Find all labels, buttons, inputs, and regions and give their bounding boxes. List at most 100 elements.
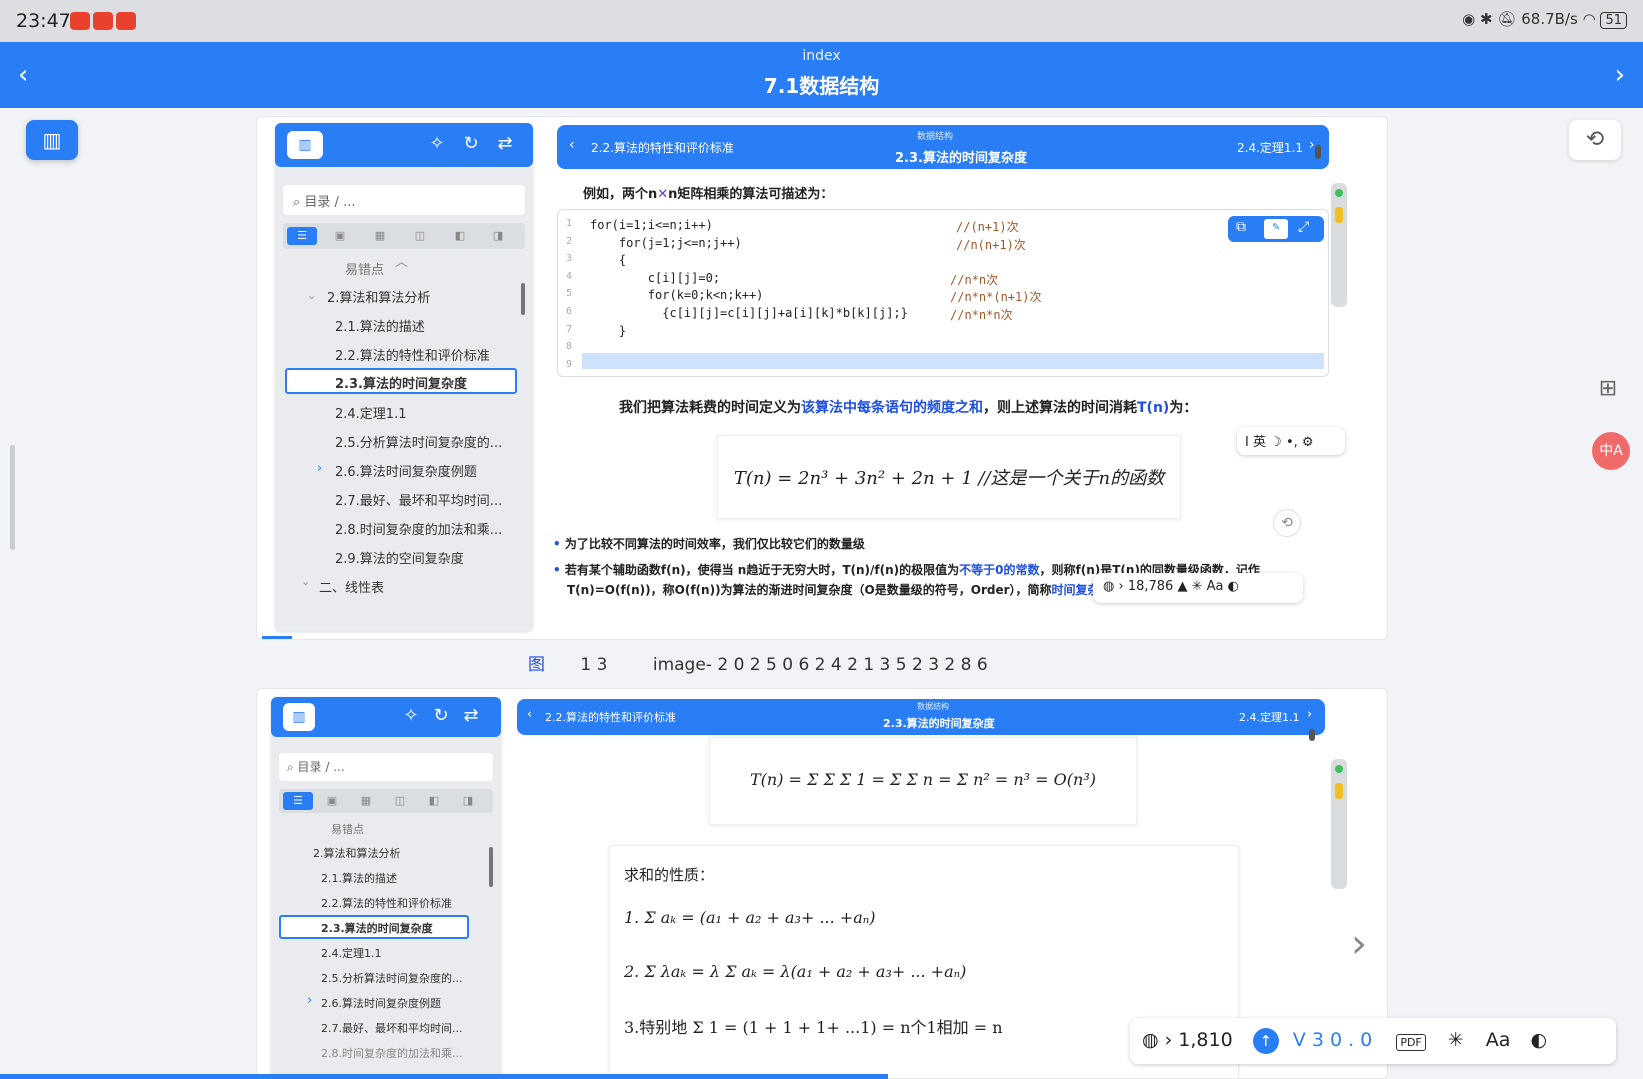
code-line: for(k=0;k<n;k++) (590, 288, 764, 303)
chevron-right-icon[interactable]: › (317, 461, 322, 476)
grid-add-icon[interactable]: ⊞ (1588, 376, 1628, 406)
toc-search[interactable]: ⌕ 目录 / ... (279, 753, 493, 781)
network-icon[interactable]: ✳ (1192, 579, 1203, 594)
media-tab-icon[interactable]: ◧ (445, 227, 475, 245)
upload-icon[interactable]: ↑ (1252, 1028, 1279, 1054)
toc-item[interactable]: 2.7.最好、最坏和平均时间... (321, 1020, 462, 1036)
toc-item[interactable]: 2.1.算法的描述 (321, 870, 397, 886)
list-tab-icon[interactable]: ☰ (283, 792, 313, 810)
prev-section-link[interactable]: 2.2.算法的特性和评价标准 (591, 139, 734, 156)
refresh-icon[interactable]: ↻ (459, 133, 483, 157)
toc-item-selected[interactable]: 2.3.算法的时间复杂度 (285, 368, 517, 394)
content-scrollbar[interactable] (1315, 145, 1321, 159)
reading-progress-bar (0, 1074, 888, 1079)
code-block[interactable]: ⧉ ✎ ⤢ 1 for(i=1;i<=n;i++) //(n+1)次 2 for(j=… (557, 209, 1329, 377)
toc-item[interactable]: 2.5.分析算法时间复杂度的... (321, 970, 462, 986)
toc-item[interactable]: 2.5.分析算法时间复杂度的... (335, 432, 502, 451)
table-tab-icon[interactable]: ▦ (351, 792, 381, 810)
code-tab-icon[interactable]: ◫ (385, 792, 415, 810)
pdf-icon[interactable]: PDF (1396, 1034, 1426, 1051)
toc-item[interactable]: 2.2.算法的特性和评价标准 (321, 895, 452, 911)
chevron-down-icon[interactable]: ⌄ (307, 289, 316, 302)
toc-item[interactable]: 二、线性表 (319, 577, 384, 596)
next-section-link[interactable]: 2.4.定理1.1 (1239, 709, 1299, 725)
sort-icon[interactable]: ⇄ (493, 133, 517, 157)
toc-item[interactable]: 2.8.时间复杂度的加法和乘... (335, 519, 502, 538)
sort-icon[interactable]: ⇄ (459, 705, 483, 729)
history-small-icon[interactable]: ⟲ (1273, 509, 1301, 537)
fullscreen-icon[interactable]: ⤢ (1298, 219, 1309, 235)
toc-scrollbar[interactable] (489, 847, 493, 887)
toc-item[interactable]: 2.4.定理1.1 (321, 945, 381, 961)
content-scrollbar[interactable] (1309, 729, 1315, 741)
list-tab-icon[interactable]: ☰ (287, 227, 317, 245)
next-chevron-icon[interactable]: › (1309, 137, 1315, 153)
settings-icon[interactable]: ⚙ (1302, 435, 1314, 450)
media-tab-icon[interactable]: ◧ (419, 792, 449, 810)
chevron-up-icon[interactable]: ︿ (395, 251, 408, 270)
image-tab-icon[interactable]: ▣ (325, 227, 355, 245)
other-tab-icon[interactable]: ◨ (453, 792, 483, 810)
chevron-down-icon[interactable]: ⌄ (301, 575, 310, 588)
edit-icon[interactable]: ✎ (1264, 219, 1288, 239)
toc-item[interactable]: 2.1.算法的描述 (335, 316, 425, 335)
forward-button[interactable]: › (1615, 60, 1625, 90)
toc-scrollbar[interactable] (521, 283, 525, 315)
font-size-icon[interactable]: Aa (1207, 579, 1224, 594)
font-size-icon[interactable]: Aa (1486, 1029, 1511, 1051)
next-section-link[interactable]: 2.4.定理1.1 (1237, 139, 1303, 156)
moon-icon[interactable]: ☽ (1270, 435, 1282, 450)
notification-icon (93, 12, 113, 30)
toc-item[interactable]: 2.算法和算法分析 (313, 845, 401, 861)
toc-item[interactable]: 易错点 (331, 821, 364, 837)
table-tab-icon[interactable]: ▦ (365, 227, 395, 245)
scroll-handle[interactable] (10, 445, 15, 550)
contrast-icon[interactable]: ◐ (1228, 579, 1239, 594)
next-chevron-icon[interactable]: › (1307, 707, 1312, 722)
prev-chevron-icon[interactable]: ‹ (527, 707, 532, 722)
contrast-icon[interactable]: ◐ (1530, 1029, 1547, 1051)
map-icon[interactable]: ▥ (26, 120, 78, 160)
definition-text: 我们把算法耗费的时间定义为该算法中每条语句的频度之和，则上述算法的时间消耗T(n… (619, 400, 1198, 416)
punct-icon[interactable]: •, (1286, 435, 1298, 450)
prev-section-link[interactable]: 2.2.算法的特性和评价标准 (545, 709, 676, 725)
refresh-icon[interactable]: ↻ (429, 705, 453, 729)
toc-item[interactable]: 易错点 (345, 259, 384, 278)
book-logo-icon[interactable]: ▥ (287, 131, 323, 159)
ime-lang-toggle[interactable]: 英 (1253, 435, 1266, 450)
globe-icon[interactable]: ◍ (1142, 1029, 1159, 1051)
toc-item[interactable]: 2.9.算法的空间复杂度 (335, 548, 464, 567)
toc-item[interactable]: 2.6.算法时间复杂度例题 (335, 461, 477, 480)
book-logo-icon[interactable]: ▥ (283, 703, 315, 731)
globe-icon[interactable]: ◍ (1103, 579, 1114, 594)
other-tab-icon[interactable]: ◨ (483, 227, 513, 245)
toc-item[interactable]: 2.7.最好、最坏和平均时间... (335, 490, 502, 509)
toc-item[interactable]: 2.算法和算法分析 (327, 287, 430, 306)
copy-icon[interactable]: ⧉ (1236, 219, 1246, 235)
toc-search[interactable]: ⌕ 目录 / ... (283, 185, 525, 215)
prev-chevron-icon[interactable]: ‹ (569, 137, 575, 153)
props-title: 求和的性质： (624, 866, 715, 884)
bottom-toolbar: ◍ › 1,810 ↑ V 3 0 . 0 PDF ✳ Aa ◐ (1130, 1018, 1616, 1064)
magic-wand-icon[interactable]: ✧ (399, 705, 423, 729)
reader-toolbar: ◍ › 18,786 ▲ ✳ Aa ◐ (1093, 573, 1303, 603)
toc-item[interactable]: 2.2.算法的特性和评价标准 (335, 345, 490, 364)
side-rail[interactable] (1331, 183, 1347, 307)
history-icon[interactable]: ⟲ (1569, 120, 1621, 160)
alert-icon[interactable]: ▲ (1177, 579, 1187, 594)
toc-sidebar: ▥ ✧ ↻ ⇄ ⌕ 目录 / ... ☰ ▣ ▦ ◫ ◧ ◨ 易错点 ︿ ⌄ 2… (275, 123, 533, 631)
toc-item[interactable]: 2.8.时间复杂度的加法和乘... (321, 1045, 462, 1061)
image-tab-icon[interactable]: ▣ (317, 792, 347, 810)
translate-icon[interactable]: 中A (1592, 432, 1630, 470)
toc-item[interactable]: 2.6.算法时间复杂度例题 (321, 995, 441, 1011)
toc-item-selected[interactable]: 2.3.算法的时间复杂度 (279, 915, 469, 939)
code-tab-icon[interactable]: ◫ (405, 227, 435, 245)
toc-item[interactable]: 2.4.定理1.1 (335, 403, 406, 422)
magic-wand-icon[interactable]: ✧ (425, 133, 449, 157)
back-button[interactable]: ‹ (18, 60, 28, 90)
chevron-right-icon[interactable]: › (307, 993, 312, 1008)
bullet-2-cont: T(n)=O(f(n))，称O(f(n))为算法的渐进时间复杂度（O是数量级的符… (567, 583, 1100, 597)
network-icon[interactable]: ✳ (1448, 1029, 1464, 1051)
side-rail[interactable] (1331, 759, 1347, 889)
next-page-chevron-icon[interactable]: › (1351, 921, 1367, 967)
